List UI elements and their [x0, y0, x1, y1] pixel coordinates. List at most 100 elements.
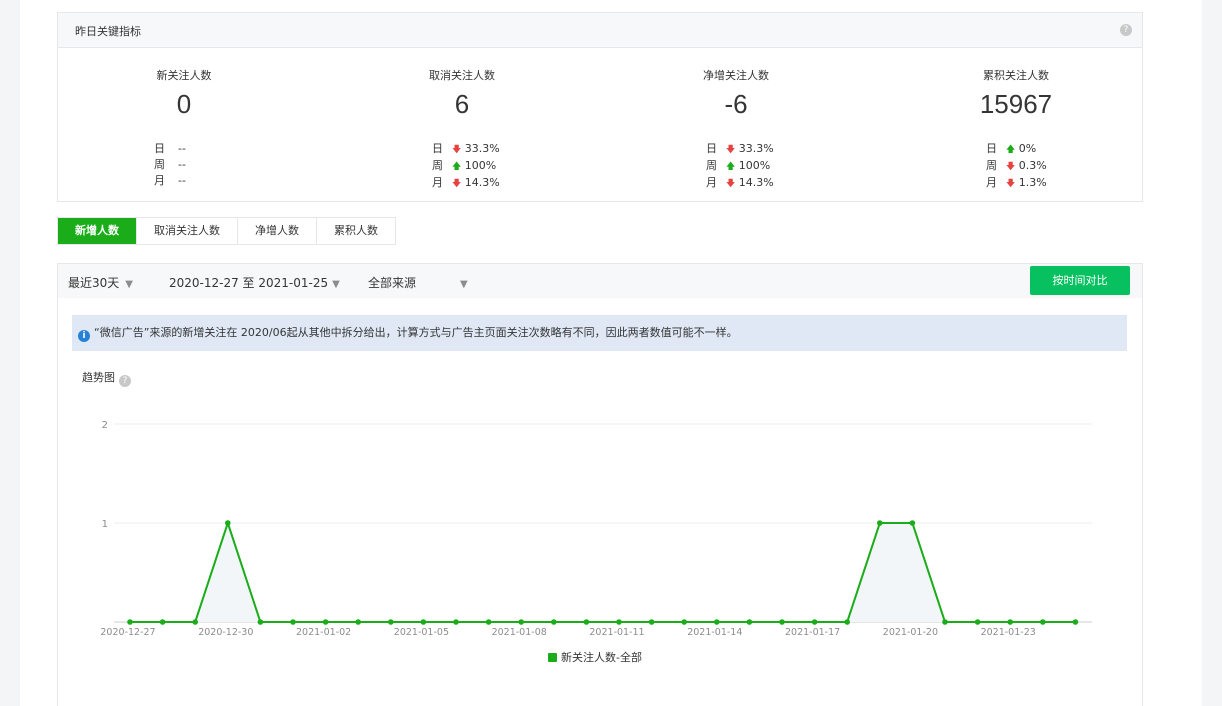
data-point — [453, 619, 459, 625]
change-value: 100% — [464, 159, 497, 172]
data-point — [1040, 619, 1046, 625]
data-point — [844, 619, 850, 625]
period-label: 日 — [706, 142, 717, 155]
data-point — [942, 619, 948, 625]
arrow-down-icon: 🡇 — [726, 145, 736, 155]
x-tick-label: 2021-01-02 — [296, 627, 351, 638]
arrow-down-icon: 🡇 — [1006, 162, 1016, 172]
change-value: 0% — [1018, 142, 1037, 155]
arrow-up-icon: 🡅 — [452, 162, 462, 172]
arrow-down-icon: 🡇 — [1006, 179, 1016, 189]
change-value: -- — [178, 142, 186, 155]
metric-card: 新关注人数 0 — [84, 67, 284, 120]
data-point — [485, 619, 492, 625]
metric-changes: 日 🡇 33.3% 周 🡅 100% 月 🡇 14.3% — [706, 141, 774, 192]
x-tick-label: 2020-12-27 — [100, 627, 155, 638]
data-point — [518, 619, 524, 625]
data-point — [257, 619, 264, 625]
metric-change-row: 日 🡇 33.3% — [706, 141, 774, 158]
data-point — [127, 619, 133, 625]
period-label: 月 — [432, 176, 443, 189]
metric-label: 取消关注人数 — [429, 69, 495, 82]
legend-label: 新关注人数-全部 — [561, 651, 642, 664]
period-label: 周 — [154, 158, 165, 171]
metric-card: 累积关注人数 15967 — [916, 67, 1116, 120]
data-point — [551, 619, 557, 625]
x-tick-label: 2021-01-08 — [492, 627, 547, 638]
metric-value: 6 — [454, 89, 470, 119]
metric-changes: 日 🡇 33.3% 周 🡅 100% 月 🡇 14.3% — [432, 141, 500, 192]
period-label: 日 — [986, 142, 997, 155]
date-range-picker[interactable]: 2020-12-27 至 2021-01-25 ▼ — [169, 274, 340, 291]
y-tick-label: 2 — [102, 420, 108, 431]
data-point — [974, 619, 981, 625]
change-value: 1.3% — [1018, 176, 1047, 189]
tab-unfollows[interactable]: 取消关注人数 — [136, 218, 237, 244]
change-value: 14.3% — [738, 176, 774, 189]
arrow-up-icon: 🡅 — [1006, 145, 1016, 155]
series-area — [130, 523, 1076, 622]
arrow-down-icon: 🡇 — [726, 179, 736, 189]
tab-net-growth[interactable]: 净增人数 — [237, 218, 316, 244]
data-point — [1007, 619, 1013, 625]
metric-change-row: 日 -- — [154, 141, 186, 157]
metric-change-row: 周 🡅 100% — [432, 158, 500, 175]
period-label: 日 — [154, 142, 165, 155]
x-tick-label: 2021-01-17 — [785, 627, 840, 638]
data-point — [648, 619, 655, 625]
data-point — [909, 520, 916, 526]
metric-tabs: 新增人数 取消关注人数 净增人数 累积人数 — [57, 217, 396, 245]
metric-label: 新关注人数 — [156, 69, 212, 82]
metric-label: 净增关注人数 — [703, 69, 769, 82]
data-point — [681, 619, 687, 625]
data-point — [192, 619, 198, 625]
trend-chart: 1 2 2020-12-27 2020-12-30 2021-01-02 2021-01-… — [100, 420, 1092, 638]
period-label: 月 — [706, 176, 717, 189]
date-range-label: 2020-12-27 至 2021-01-25 — [169, 276, 329, 290]
arrow-down-icon: 🡇 — [452, 145, 462, 155]
metric-changes: 日 🡅 0% 周 🡇 0.3% 月 🡇 1.3% — [986, 141, 1047, 192]
arrow-down-icon: 🡇 — [452, 179, 462, 189]
filter-bar: 最近30天 ▼ 2020-12-27 至 2021-01-25 ▼ 全部来源 ▼ 按时… — [57, 263, 1143, 298]
x-tick-label: 2021-01-14 — [687, 627, 742, 638]
key-metrics-header: 昨日关键指标 ? — [58, 13, 1142, 48]
tab-cumulative[interactable]: 累积人数 — [316, 218, 395, 244]
x-tick-label: 2021-01-20 — [883, 627, 938, 638]
period-label: 月 — [154, 174, 165, 187]
chevron-down-icon: ▼ — [332, 279, 340, 290]
data-point — [355, 619, 362, 625]
metric-value: 0 — [176, 89, 192, 119]
compare-by-time-button[interactable]: 按时间对比 — [1030, 266, 1130, 295]
change-value: -- — [178, 158, 186, 171]
key-metrics-panel: 昨日关键指标 ? 新关注人数 0 日 -- 周 -- 月 -- 取消关注人数 6 日 🡇 33.3% 周… — [57, 12, 1143, 202]
metric-value: 15967 — [979, 89, 1053, 119]
source-select[interactable]: 全部来源 ▼ — [368, 274, 468, 291]
change-value: 33.3% — [738, 142, 774, 155]
data-point — [159, 619, 166, 625]
tab-new-followers[interactable]: 新增人数 — [58, 218, 136, 244]
change-value: 33.3% — [464, 142, 500, 155]
data-point — [811, 619, 818, 625]
source-select-label: 全部来源 — [368, 276, 417, 290]
data-point — [420, 619, 427, 625]
period-label: 周 — [986, 159, 997, 172]
x-tick-label: 2021-01-23 — [981, 627, 1036, 638]
change-value: -- — [178, 174, 186, 187]
data-point — [714, 619, 720, 625]
arrow-up-icon: 🡅 — [726, 162, 736, 172]
chart-legend[interactable]: 新关注人数-全部 — [548, 649, 642, 665]
metric-change-row: 月 🡇 1.3% — [986, 175, 1047, 192]
metric-change-row: 日 🡇 33.3% — [432, 141, 500, 158]
metric-change-row: 月 -- — [154, 173, 186, 189]
period-label: 月 — [986, 176, 997, 189]
data-point — [877, 520, 883, 526]
range-select-label: 最近30天 — [68, 276, 120, 290]
help-icon[interactable]: ? — [1120, 24, 1132, 36]
range-select[interactable]: 最近30天 ▼ — [68, 274, 133, 291]
data-point — [746, 619, 753, 625]
data-point — [388, 619, 394, 625]
data-point — [583, 619, 590, 625]
metric-change-row: 周 🡇 0.3% — [986, 158, 1047, 175]
chart-area: i “微信广告”来源的新增关注在 2020/06起从其他中拆分给出，计算方式与广告… — [57, 297, 1143, 706]
data-point — [322, 619, 329, 625]
